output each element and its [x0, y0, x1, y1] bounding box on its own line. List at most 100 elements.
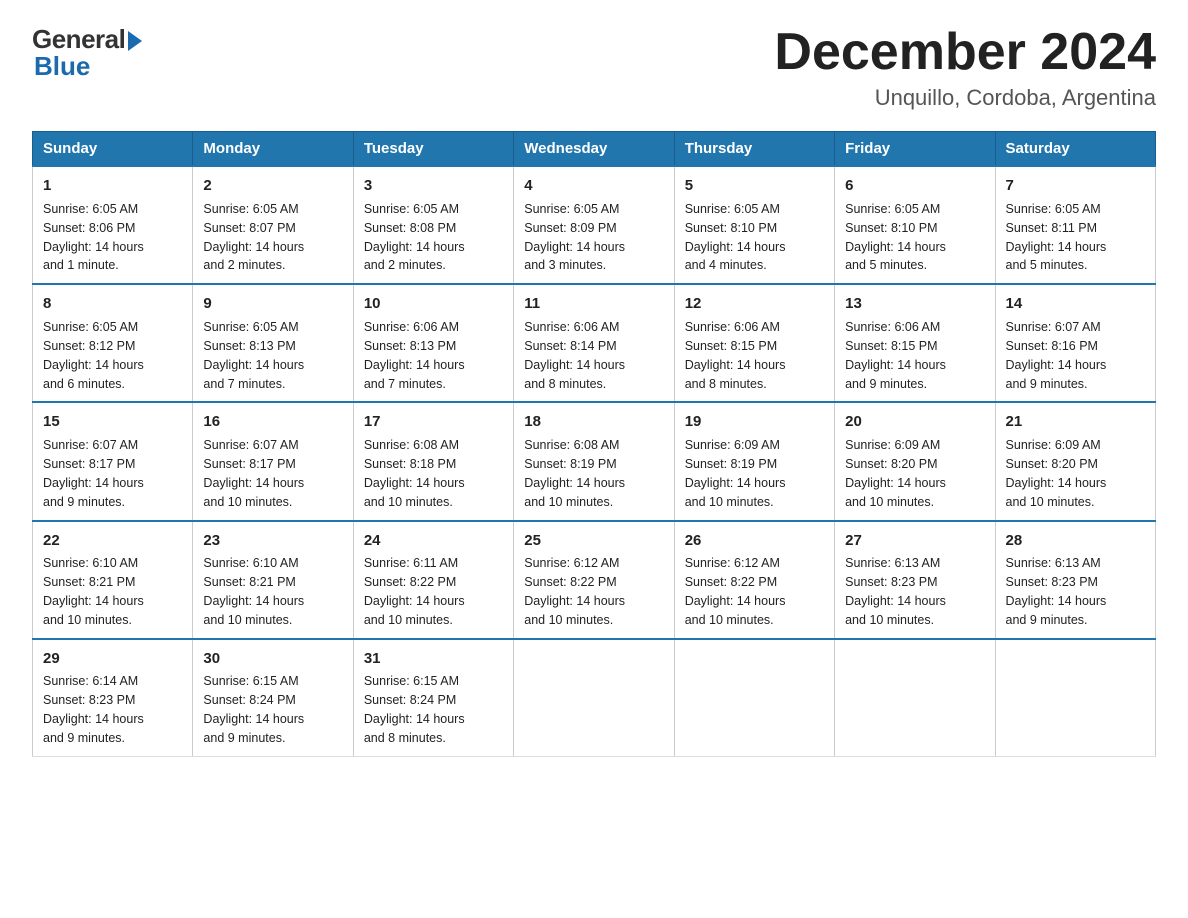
page-header: General Blue December 2024 Unquillo, Cor…	[32, 24, 1156, 111]
calendar-cell: 9 Sunrise: 6:05 AMSunset: 8:13 PMDaylight…	[193, 284, 353, 402]
day-number: 27	[845, 530, 984, 552]
day-info: Sunrise: 6:05 AMSunset: 8:12 PMDaylight:…	[43, 320, 144, 391]
day-info: Sunrise: 6:12 AMSunset: 8:22 PMDaylight:…	[685, 556, 786, 627]
day-info: Sunrise: 6:15 AMSunset: 8:24 PMDaylight:…	[203, 674, 304, 745]
day-info: Sunrise: 6:05 AMSunset: 8:08 PMDaylight:…	[364, 202, 465, 273]
day-info: Sunrise: 6:05 AMSunset: 8:11 PMDaylight:…	[1006, 202, 1107, 273]
day-info: Sunrise: 6:06 AMSunset: 8:14 PMDaylight:…	[524, 320, 625, 391]
column-header-tuesday: Tuesday	[353, 132, 513, 167]
column-header-wednesday: Wednesday	[514, 132, 674, 167]
day-number: 21	[1006, 411, 1145, 433]
calendar-week-row: 29 Sunrise: 6:14 AMSunset: 8:23 PMDayligh…	[33, 639, 1156, 757]
day-number: 19	[685, 411, 824, 433]
calendar-cell: 28 Sunrise: 6:13 AMSunset: 8:23 PMDayligh…	[995, 521, 1155, 639]
day-info: Sunrise: 6:05 AMSunset: 8:13 PMDaylight:…	[203, 320, 304, 391]
calendar-cell: 24Sunrise: 6:11 AMSunset: 8:22 PMDayligh…	[353, 521, 513, 639]
calendar-week-row: 8 Sunrise: 6:05 AMSunset: 8:12 PMDaylight…	[33, 284, 1156, 402]
day-info: Sunrise: 6:05 AMSunset: 8:07 PMDaylight:…	[203, 202, 304, 273]
day-number: 30	[203, 648, 342, 670]
day-number: 11	[524, 293, 663, 315]
calendar-cell: 23 Sunrise: 6:10 AMSunset: 8:21 PMDayligh…	[193, 521, 353, 639]
calendar-cell: 18 Sunrise: 6:08 AMSunset: 8:19 PMDayligh…	[514, 402, 674, 520]
day-info: Sunrise: 6:13 AMSunset: 8:23 PMDaylight:…	[1006, 556, 1107, 627]
day-number: 8	[43, 293, 182, 315]
calendar-cell: 13Sunrise: 6:06 AMSunset: 8:15 PMDayligh…	[835, 284, 995, 402]
day-number: 7	[1006, 175, 1145, 197]
day-info: Sunrise: 6:10 AMSunset: 8:21 PMDaylight:…	[203, 556, 304, 627]
day-info: Sunrise: 6:10 AMSunset: 8:21 PMDaylight:…	[43, 556, 144, 627]
column-header-monday: Monday	[193, 132, 353, 167]
day-info: Sunrise: 6:08 AMSunset: 8:19 PMDaylight:…	[524, 438, 625, 509]
calendar-subtitle: Unquillo, Cordoba, Argentina	[774, 85, 1156, 111]
day-number: 25	[524, 530, 663, 552]
day-info: Sunrise: 6:09 AMSunset: 8:20 PMDaylight:…	[845, 438, 946, 509]
calendar-title: December 2024	[774, 24, 1156, 81]
calendar-cell: 3 Sunrise: 6:05 AMSunset: 8:08 PMDaylight…	[353, 166, 513, 284]
day-number: 28	[1006, 530, 1145, 552]
day-number: 31	[364, 648, 503, 670]
calendar-cell: 29 Sunrise: 6:14 AMSunset: 8:23 PMDayligh…	[33, 639, 193, 757]
day-info: Sunrise: 6:14 AMSunset: 8:23 PMDaylight:…	[43, 674, 144, 745]
day-number: 18	[524, 411, 663, 433]
calendar-cell: 26 Sunrise: 6:12 AMSunset: 8:22 PMDayligh…	[674, 521, 834, 639]
logo-blue-text: Blue	[34, 51, 90, 82]
day-info: Sunrise: 6:05 AMSunset: 8:09 PMDaylight:…	[524, 202, 625, 273]
calendar-week-row: 15Sunrise: 6:07 AMSunset: 8:17 PMDayligh…	[33, 402, 1156, 520]
day-number: 10	[364, 293, 503, 315]
day-info: Sunrise: 6:15 AMSunset: 8:24 PMDaylight:…	[364, 674, 465, 745]
calendar-cell	[995, 639, 1155, 757]
day-info: Sunrise: 6:07 AMSunset: 8:16 PMDaylight:…	[1006, 320, 1107, 391]
day-number: 6	[845, 175, 984, 197]
day-number: 24	[364, 530, 503, 552]
calendar-cell: 8 Sunrise: 6:05 AMSunset: 8:12 PMDaylight…	[33, 284, 193, 402]
calendar-table: SundayMondayTuesdayWednesdayThursdayFrid…	[32, 131, 1156, 757]
day-info: Sunrise: 6:07 AMSunset: 8:17 PMDaylight:…	[203, 438, 304, 509]
calendar-cell: 31 Sunrise: 6:15 AMSunset: 8:24 PMDayligh…	[353, 639, 513, 757]
day-info: Sunrise: 6:06 AMSunset: 8:15 PMDaylight:…	[845, 320, 946, 391]
calendar-cell: 4 Sunrise: 6:05 AMSunset: 8:09 PMDaylight…	[514, 166, 674, 284]
calendar-week-row: 1Sunrise: 6:05 AMSunset: 8:06 PMDaylight…	[33, 166, 1156, 284]
calendar-cell: 11 Sunrise: 6:06 AMSunset: 8:14 PMDayligh…	[514, 284, 674, 402]
calendar-header-row: SundayMondayTuesdayWednesdayThursdayFrid…	[33, 132, 1156, 167]
calendar-cell: 17Sunrise: 6:08 AMSunset: 8:18 PMDayligh…	[353, 402, 513, 520]
calendar-week-row: 22 Sunrise: 6:10 AMSunset: 8:21 PMDayligh…	[33, 521, 1156, 639]
day-info: Sunrise: 6:09 AMSunset: 8:20 PMDaylight:…	[1006, 438, 1107, 509]
calendar-cell: 22 Sunrise: 6:10 AMSunset: 8:21 PMDayligh…	[33, 521, 193, 639]
day-number: 22	[43, 530, 182, 552]
day-number: 4	[524, 175, 663, 197]
column-header-thursday: Thursday	[674, 132, 834, 167]
calendar-cell: 7 Sunrise: 6:05 AMSunset: 8:11 PMDaylight…	[995, 166, 1155, 284]
day-number: 2	[203, 175, 342, 197]
column-header-friday: Friday	[835, 132, 995, 167]
calendar-cell	[835, 639, 995, 757]
day-number: 9	[203, 293, 342, 315]
calendar-cell: 12Sunrise: 6:06 AMSunset: 8:15 PMDayligh…	[674, 284, 834, 402]
calendar-cell	[674, 639, 834, 757]
calendar-cell: 15Sunrise: 6:07 AMSunset: 8:17 PMDayligh…	[33, 402, 193, 520]
day-number: 29	[43, 648, 182, 670]
logo: General Blue	[32, 24, 142, 82]
day-info: Sunrise: 6:05 AMSunset: 8:10 PMDaylight:…	[685, 202, 786, 273]
day-info: Sunrise: 6:07 AMSunset: 8:17 PMDaylight:…	[43, 438, 144, 509]
day-number: 26	[685, 530, 824, 552]
calendar-cell: 2 Sunrise: 6:05 AMSunset: 8:07 PMDaylight…	[193, 166, 353, 284]
day-number: 3	[364, 175, 503, 197]
calendar-cell	[514, 639, 674, 757]
day-number: 12	[685, 293, 824, 315]
day-info: Sunrise: 6:12 AMSunset: 8:22 PMDaylight:…	[524, 556, 625, 627]
day-info: Sunrise: 6:05 AMSunset: 8:06 PMDaylight:…	[43, 202, 144, 273]
calendar-cell: 6 Sunrise: 6:05 AMSunset: 8:10 PMDaylight…	[835, 166, 995, 284]
calendar-cell: 16Sunrise: 6:07 AMSunset: 8:17 PMDayligh…	[193, 402, 353, 520]
logo-arrow-icon	[128, 31, 142, 51]
column-header-saturday: Saturday	[995, 132, 1155, 167]
calendar-cell: 10Sunrise: 6:06 AMSunset: 8:13 PMDayligh…	[353, 284, 513, 402]
day-info: Sunrise: 6:09 AMSunset: 8:19 PMDaylight:…	[685, 438, 786, 509]
calendar-cell: 19 Sunrise: 6:09 AMSunset: 8:19 PMDayligh…	[674, 402, 834, 520]
day-info: Sunrise: 6:05 AMSunset: 8:10 PMDaylight:…	[845, 202, 946, 273]
title-block: December 2024 Unquillo, Cordoba, Argenti…	[774, 24, 1156, 111]
calendar-cell: 20Sunrise: 6:09 AMSunset: 8:20 PMDayligh…	[835, 402, 995, 520]
calendar-cell: 1Sunrise: 6:05 AMSunset: 8:06 PMDaylight…	[33, 166, 193, 284]
day-number: 23	[203, 530, 342, 552]
day-number: 14	[1006, 293, 1145, 315]
calendar-cell: 21 Sunrise: 6:09 AMSunset: 8:20 PMDayligh…	[995, 402, 1155, 520]
